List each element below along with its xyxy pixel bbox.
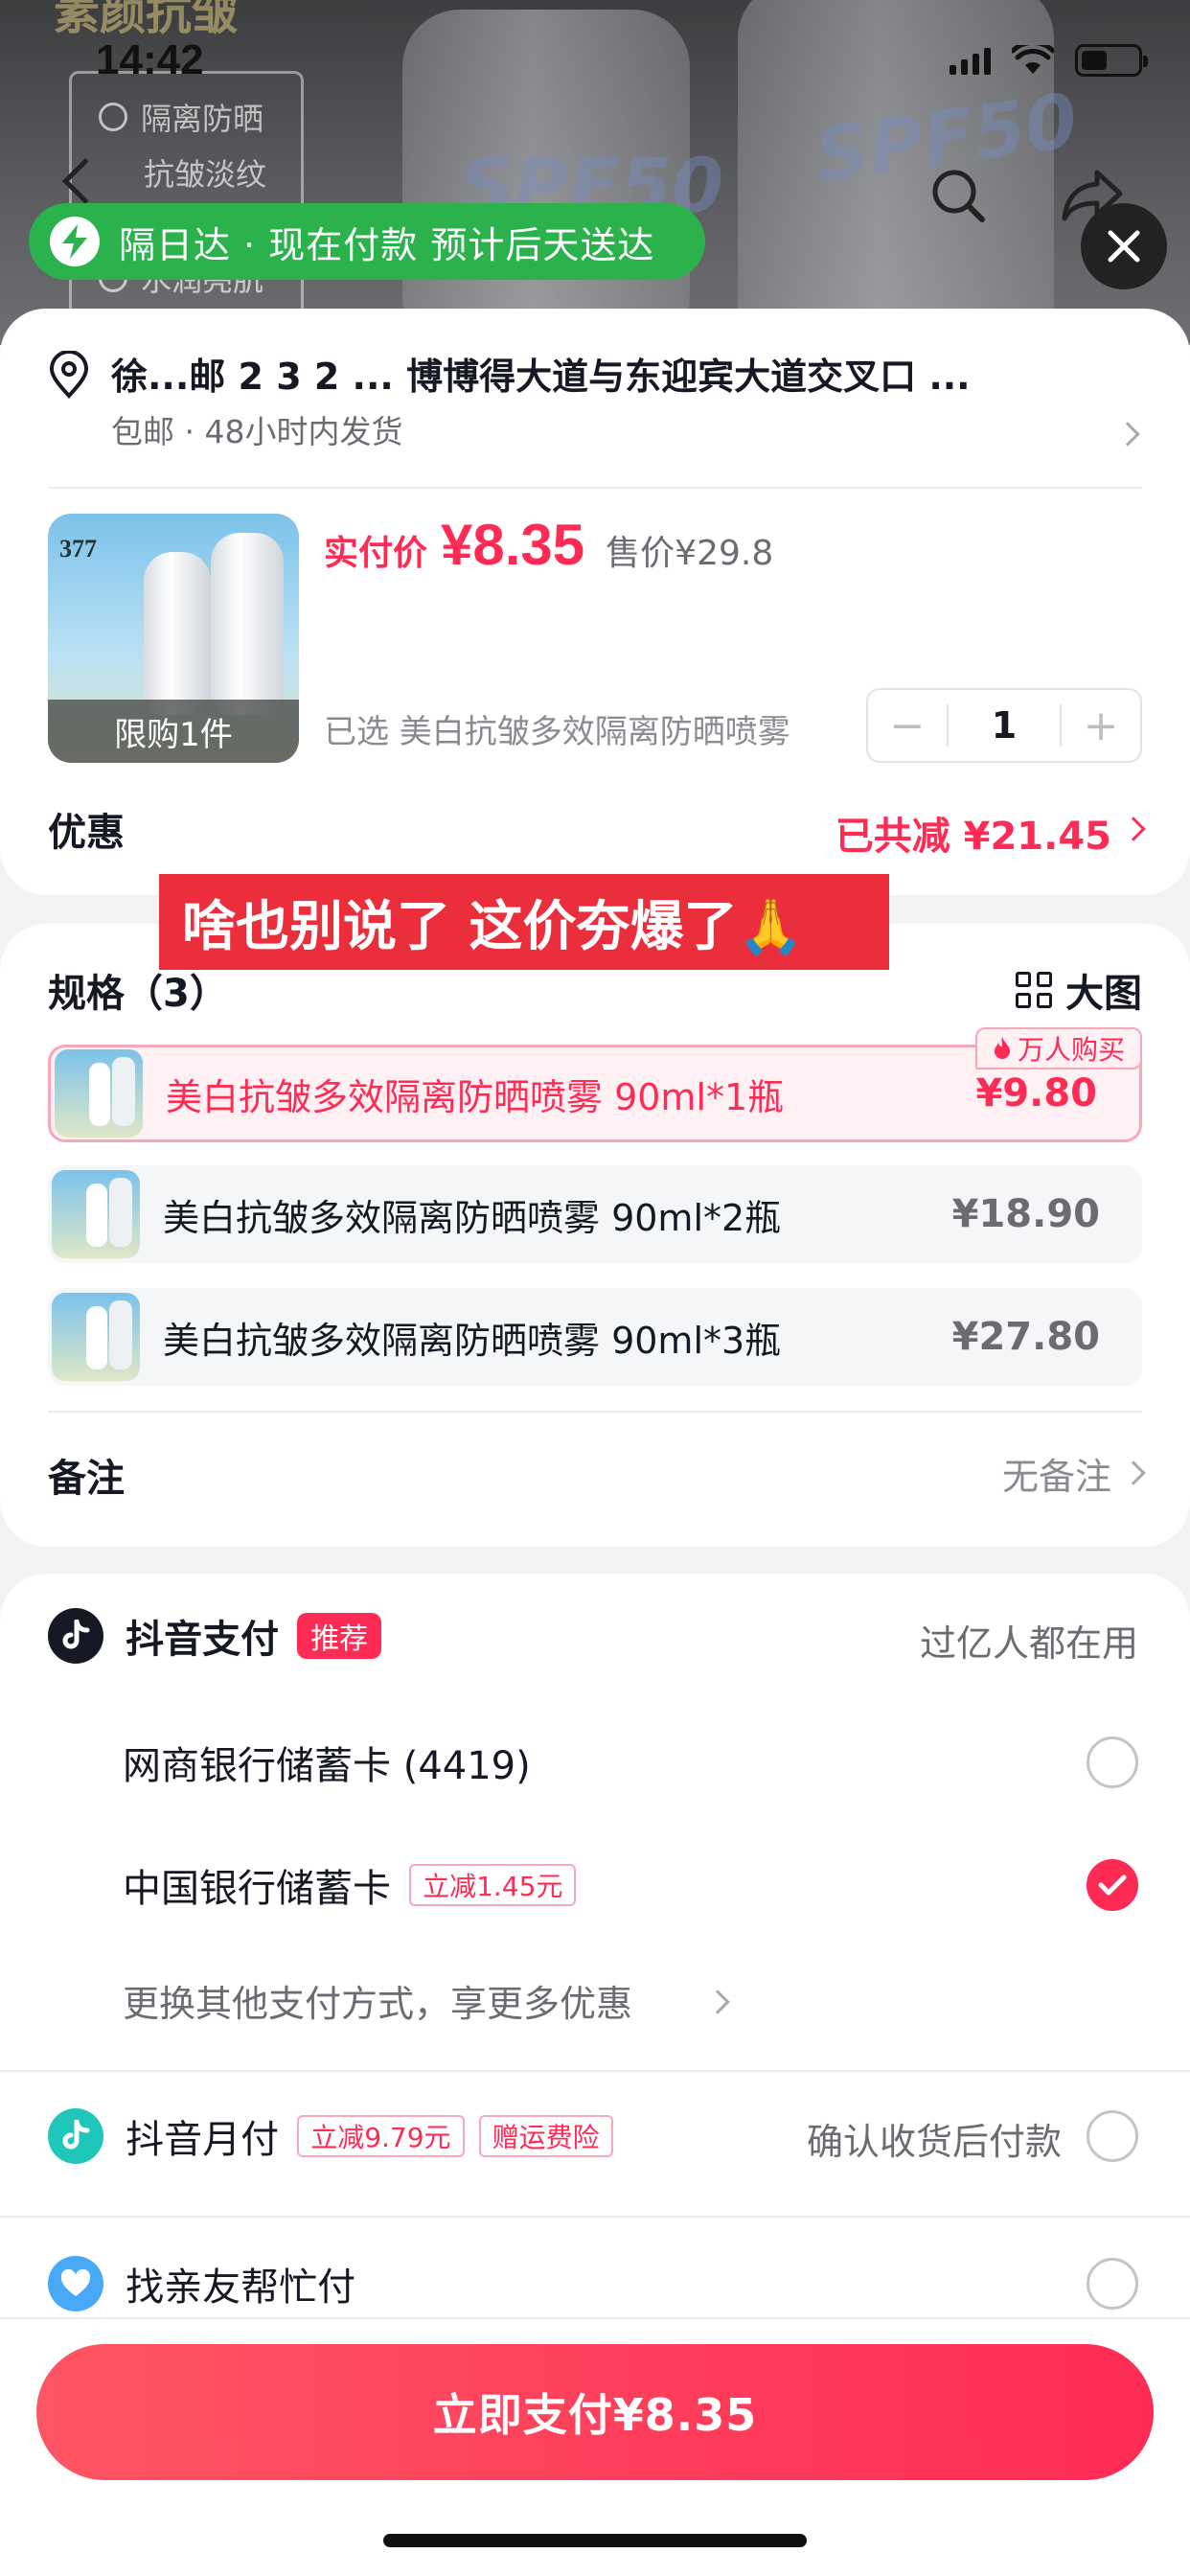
check-icon — [99, 103, 127, 131]
spec-name: 美白抗皱多效隔离防晒喷雾 90ml*2瓶 — [163, 1196, 782, 1239]
card-option-boc[interactable]: 中国银行储蓄卡 立减1.45元 — [48, 1857, 1142, 1913]
discount-value: 已共减 ¥21.45 — [835, 815, 1111, 859]
feature-line: 抗皱淡纹 — [144, 156, 267, 193]
specs-title: 规格（3） — [48, 972, 228, 1016]
friend-pay-label: 找亲友帮忙付 — [126, 2266, 356, 2310]
product-brand: 377 — [59, 535, 97, 563]
radio-unchecked[interactable] — [1087, 2258, 1138, 2310]
delivery-text: 隔日达 · 现在付款 预计后天送达 — [119, 223, 655, 266]
quantity-stepper: − 1 + — [866, 688, 1142, 763]
spec-price: ¥9.80 — [975, 1071, 1097, 1116]
radio-unchecked[interactable] — [1087, 1736, 1138, 1788]
wifi-icon — [1012, 45, 1054, 74]
card-label: 网商银行储蓄卡 (4419) — [123, 1744, 531, 1788]
actual-price: ¥8.35 — [441, 513, 585, 577]
product-thumbnail[interactable]: 377 限购1件 — [48, 514, 299, 763]
monthly-discount-tag: 立减9.79元 — [297, 2115, 465, 2157]
note-value: 无备注 — [1001, 1456, 1111, 1498]
divider — [48, 1411, 1142, 1413]
feature-line: 隔离防晒 — [141, 101, 264, 137]
increase-button[interactable]: + — [1062, 690, 1140, 761]
spec-name: 美白抗皱多效隔离防晒喷雾 90ml*3瓶 — [163, 1319, 782, 1362]
large-image-label: 大图 — [1065, 972, 1142, 1016]
card-option-wangshang[interactable]: 网商银行储蓄卡 (4419) — [48, 1735, 1142, 1790]
location-pin-icon — [49, 351, 89, 399]
actual-price-label: 实付价 — [324, 534, 428, 573]
radio-checked[interactable] — [1087, 1859, 1138, 1911]
spec-name: 美白抗皱多效隔离防晒喷雾 90ml*1瓶 — [166, 1075, 785, 1118]
douyin-pay-label: 抖音支付 — [126, 1618, 280, 1662]
divider — [0, 2216, 1190, 2218]
chevron-right-icon — [1121, 1460, 1146, 1485]
monthly-pay-desc: 确认收货后付款 — [806, 2121, 1062, 2163]
douyin-pay-desc: 过亿人都在用 — [919, 1622, 1138, 1665]
search-icon[interactable] — [920, 157, 996, 234]
note-label: 备注 — [48, 1457, 125, 1501]
spec-option[interactable]: 美白抗皱多效隔离防晒喷雾 90ml*3瓶 ¥27.80 — [48, 1288, 1142, 1386]
discount-row[interactable]: 优惠 已共减 ¥21.45 — [48, 801, 1150, 859]
pay-now-button[interactable]: 立即支付¥8.35 — [36, 2344, 1154, 2480]
home-indicator — [383, 2534, 807, 2547]
spec-thumbnail — [52, 1170, 140, 1258]
monthly-pay-row[interactable]: 抖音月付 立减9.79元 赠运费险 确认收货后付款 — [48, 2108, 1142, 2164]
monthly-pay-label: 抖音月付 — [126, 2118, 280, 2162]
lightning-icon — [50, 217, 100, 266]
status-time: 14:42 — [96, 36, 204, 83]
spec-price: ¥18.90 — [951, 1192, 1100, 1236]
overlay-banner: 啥也别说了 这价夯爆了🙏 — [159, 874, 889, 970]
background-feature-card: 隔离防晒 抗皱淡纹 水润亮肌 — [69, 71, 304, 320]
recommend-badge: 推荐 — [297, 1613, 382, 1659]
more-payment-text: 更换其他支付方式，享更多优惠 — [123, 1983, 633, 2025]
discount-label: 优惠 — [48, 811, 125, 855]
card-label: 中国银行储蓄卡 — [123, 1867, 391, 1911]
address-text: 徐...邮 2 3 2 ... 博博得大道与东迎宾大道交叉口 ... — [111, 356, 971, 398]
price-line: 实付价 ¥8.35 售价¥29.8 — [324, 512, 773, 578]
delivery-pill: 隔日达 · 现在付款 预计后天送达 — [29, 203, 705, 280]
douyin-logo-icon — [48, 1608, 103, 1664]
radio-unchecked[interactable] — [1087, 2110, 1138, 2162]
more-payment-link[interactable]: 更换其他支付方式，享更多优惠 — [48, 1974, 1142, 2027]
chevron-right-icon — [705, 1990, 730, 2014]
purchase-limit-label: 限购1件 — [48, 700, 299, 763]
status-icons — [950, 44, 1148, 77]
divider — [0, 2070, 1190, 2072]
decrease-button[interactable]: − — [868, 690, 947, 761]
checkmark-icon — [1098, 1874, 1127, 1896]
battery-icon — [1075, 44, 1148, 77]
friend-pay-row[interactable]: 找亲友帮忙付 — [48, 2256, 1142, 2312]
insurance-tag: 赠运费险 — [478, 2115, 613, 2157]
note-row[interactable]: 备注 无备注 — [48, 1447, 1150, 1503]
grid-icon — [1016, 972, 1052, 1008]
spec-price: ¥27.80 — [951, 1315, 1100, 1359]
douyin-monthly-logo-icon — [48, 2108, 103, 2164]
close-icon — [1108, 230, 1140, 263]
close-button[interactable] — [1081, 203, 1167, 289]
quantity-value[interactable]: 1 — [947, 703, 1062, 748]
chevron-right-icon — [1115, 422, 1140, 447]
spec-option[interactable]: 美白抗皱多效隔离防晒喷雾 90ml*2瓶 ¥18.90 — [48, 1165, 1142, 1263]
original-price: 售价¥29.8 — [606, 534, 774, 573]
large-image-toggle[interactable]: 大图 — [1016, 962, 1142, 1018]
signal-icon — [950, 46, 991, 75]
heart-logo-icon — [48, 2256, 103, 2312]
douyin-pay-row: 抖音支付 推荐 过亿人都在用 — [48, 1608, 1142, 1665]
discount-tag: 立减1.45元 — [409, 1864, 577, 1906]
selected-variant-text: 已选 美白抗皱多效隔离防晒喷雾 — [324, 713, 790, 751]
shipping-info: 包邮 · 48小时内发货 — [111, 413, 403, 450]
chevron-right-icon — [1121, 816, 1146, 841]
flame-icon — [994, 1037, 1010, 1059]
popularity-badge: 万人购买 — [974, 1027, 1142, 1070]
spec-thumbnail — [55, 1049, 143, 1138]
divider — [48, 487, 1142, 489]
popularity-text: 万人购买 — [1017, 1034, 1125, 1066]
spec-thumbnail — [52, 1293, 140, 1381]
